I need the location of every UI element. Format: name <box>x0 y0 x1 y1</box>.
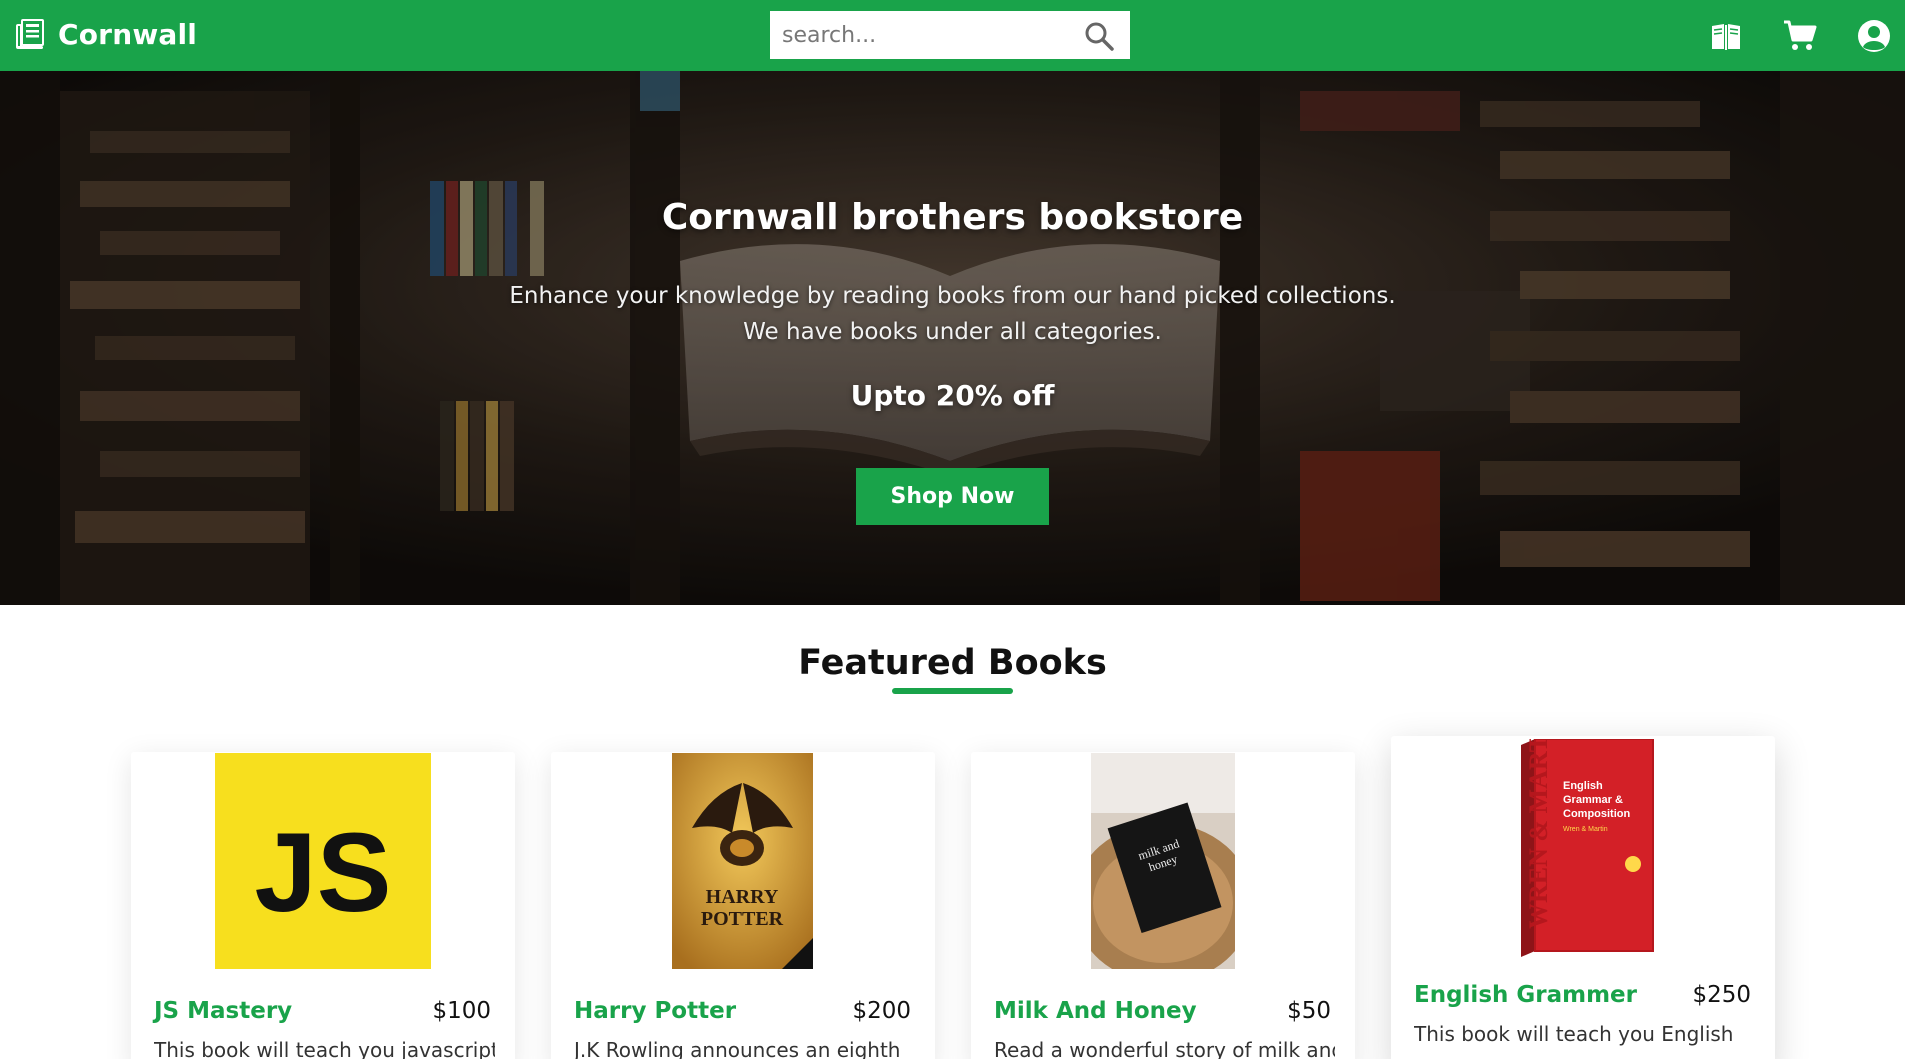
hero-content: Cornwall brothers bookstore Enhance your… <box>0 71 1905 605</box>
hero-offer: Upto 20% off <box>850 379 1055 412</box>
book-price: $250 <box>1692 982 1751 1008</box>
book-cover-label: JS <box>255 810 392 935</box>
search-icon <box>1085 22 1114 51</box>
book-description: Read a wonderful story of milk and <box>994 1038 1335 1059</box>
cart-icon[interactable] <box>1783 19 1817 53</box>
book-card-milk-and-honey[interactable]: milk and honey Milk And Honey $50 Read a… <box>971 752 1355 1059</box>
hero-description-line2: We have books under all categories. <box>743 319 1162 345</box>
book-title[interactable]: Milk And Honey <box>994 998 1197 1024</box>
book-title[interactable]: JS Mastery <box>154 998 292 1024</box>
book-title[interactable]: Harry Potter <box>574 998 736 1024</box>
svg-text:Wren & Martin: Wren & Martin <box>1563 826 1608 833</box>
svg-text:WREN & MARTIN: WREN & MARTIN <box>1524 739 1553 929</box>
book-cover-harry-potter: HARRY POTTER <box>672 753 813 969</box>
hero-description-line1: Enhance your knowledge by reading books … <box>509 283 1396 309</box>
book-card-harry-potter[interactable]: HARRY POTTER Harry Potter $200 J.K Rowli… <box>551 752 935 1059</box>
book-description: This book will teach you javascript <box>154 1038 495 1059</box>
book-cover-english-grammar: English Grammar & Composition Wren & Mar… <box>1521 739 1654 957</box>
book-cover-js: JS <box>215 753 431 969</box>
book-description: This book will teach you English <box>1414 1022 1734 1046</box>
svg-text:Grammar &: Grammar & <box>1563 794 1623 806</box>
search-input[interactable] <box>770 12 1070 58</box>
svg-text:POTTER: POTTER <box>701 908 784 930</box>
book-title[interactable]: English Grammer <box>1414 982 1637 1008</box>
hero-title: Cornwall brothers bookstore <box>661 197 1244 238</box>
book-cover-milk-and-honey: milk and honey <box>1091 753 1235 969</box>
hero-banner: Cornwall brothers bookstore Enhance your… <box>0 71 1905 605</box>
brand-name: Cornwall <box>58 17 198 51</box>
svg-text:English: English <box>1563 780 1603 792</box>
book-description: J.K Rowling announces an eighth <box>574 1038 901 1059</box>
nav-actions <box>1709 19 1891 53</box>
book-price: $50 <box>1287 998 1331 1024</box>
navbar: Cornwall <box>0 0 1905 71</box>
brand-link[interactable]: Cornwall <box>14 17 197 51</box>
featured-heading: Featured Books <box>798 643 1107 683</box>
search-button[interactable] <box>1084 21 1114 51</box>
svg-text:Composition: Composition <box>1563 808 1630 820</box>
svg-text:HARRY: HARRY <box>706 886 779 908</box>
book-card-js-mastery[interactable]: JS JS Mastery $100 This book will teach … <box>131 752 515 1059</box>
heading-underline <box>892 688 1013 694</box>
shop-now-button[interactable]: Shop Now <box>856 468 1049 525</box>
book-card-english-grammer[interactable]: English Grammar & Composition Wren & Mar… <box>1391 736 1775 1059</box>
search-bar <box>770 11 1130 59</box>
user-circle-icon[interactable] <box>1857 19 1891 53</box>
newspaper-icon <box>16 19 44 49</box>
open-book-icon[interactable] <box>1709 19 1743 53</box>
book-price: $100 <box>432 998 491 1024</box>
book-price: $200 <box>852 998 911 1024</box>
